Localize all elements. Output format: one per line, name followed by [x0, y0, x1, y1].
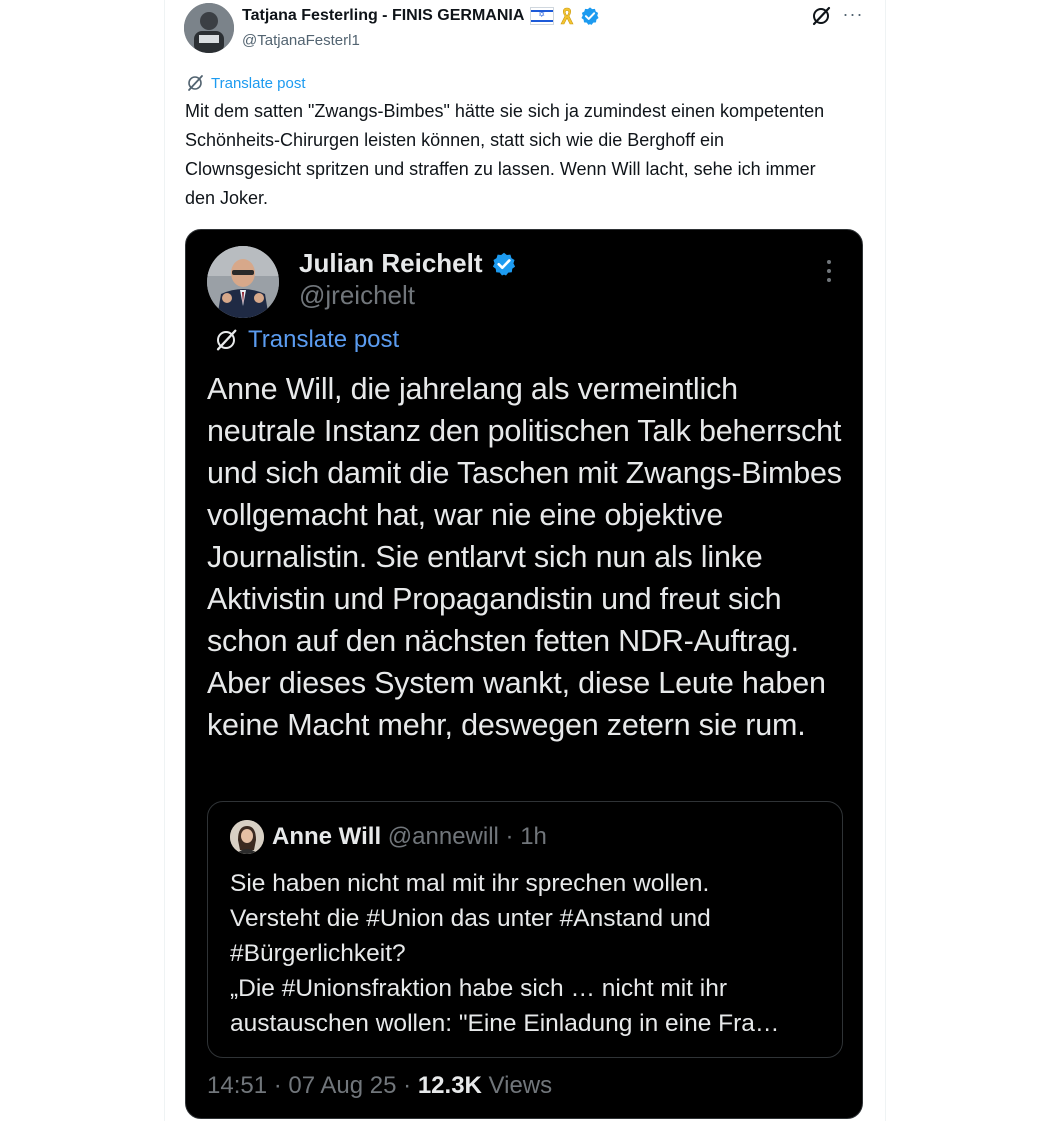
- more-icon[interactable]: ···: [842, 5, 864, 27]
- translate-post-label[interactable]: Translate post: [211, 75, 306, 92]
- views-label: Views: [481, 1072, 553, 1099]
- quoted-post-line: Sie haben nicht mal mit ihr sprechen wol…: [230, 870, 710, 897]
- israel-flag-icon: ✡: [530, 7, 555, 25]
- embedded-author-name: Julian Reichelt: [299, 248, 483, 278]
- quoted-post-line: austauschen wollen: "Eine Einladung in e…: [230, 1010, 780, 1037]
- embedded-translate-link: Translate post: [214, 326, 399, 354]
- author-avatar[interactable]: [184, 3, 234, 53]
- embedded-post-text: Anne Will, die jahrelang als vermeintlic…: [207, 372, 842, 742]
- embedded-author-name-row: Julian Reichelt: [299, 248, 517, 279]
- grok-icon[interactable]: [810, 5, 832, 27]
- embedded-post-image[interactable]: Julian Reichelt @jreichelt Translate pos…: [185, 229, 863, 1119]
- quoted-author-name: Anne Will: [272, 823, 382, 850]
- quoted-post-text: Sie haben nicht mal mit ihr sprechen wol…: [230, 866, 830, 1041]
- translate-icon: [188, 75, 203, 91]
- verified-badge-icon: [581, 7, 599, 25]
- embedded-author-handle: @jreichelt: [299, 280, 415, 310]
- author-name[interactable]: Tatjana Festerling - FINIS GERMANIA: [242, 7, 524, 25]
- translate-icon: [216, 329, 237, 351]
- embedded-author-avatar: [207, 246, 279, 318]
- quoted-author-avatar: [230, 820, 264, 854]
- embedded-translate-label: Translate post: [248, 326, 400, 353]
- quoted-post-line: „Die #Unionsfraktion habe sich … nicht m…: [230, 975, 728, 1002]
- embedded-post-footer: 14:51 · 07 Aug 25 · 12.3K Views: [207, 1072, 552, 1100]
- embedded-timestamp: 14:51 · 07 Aug 25 ·: [207, 1072, 418, 1099]
- verified-badge-icon: [492, 252, 515, 275]
- views-count: 12.3K: [417, 1072, 482, 1099]
- author-handle[interactable]: @TatjanaFesterl1: [242, 32, 360, 49]
- yellow-ribbon-icon: [560, 7, 574, 25]
- quoted-post-line: #Bürgerlichkeit?: [230, 940, 406, 967]
- quoted-post-line: Versteht die #Union das unter #Anstand u…: [230, 905, 711, 932]
- quoted-author-meta: @annewill · 1h: [387, 823, 547, 850]
- quoted-post-header: Anne Will @annewill · 1h: [272, 823, 547, 851]
- translate-post-link[interactable]: Translate post: [186, 74, 306, 92]
- quoted-post: Anne Will @annewill · 1h Sie haben nicht…: [207, 801, 843, 1058]
- author-name-row[interactable]: Tatjana Festerling - FINIS GERMANIA ✡: [242, 6, 600, 26]
- post-text: Mit dem satten "Zwangs-Bimbes" hätte sie…: [185, 101, 825, 208]
- more-icon: [824, 260, 834, 286]
